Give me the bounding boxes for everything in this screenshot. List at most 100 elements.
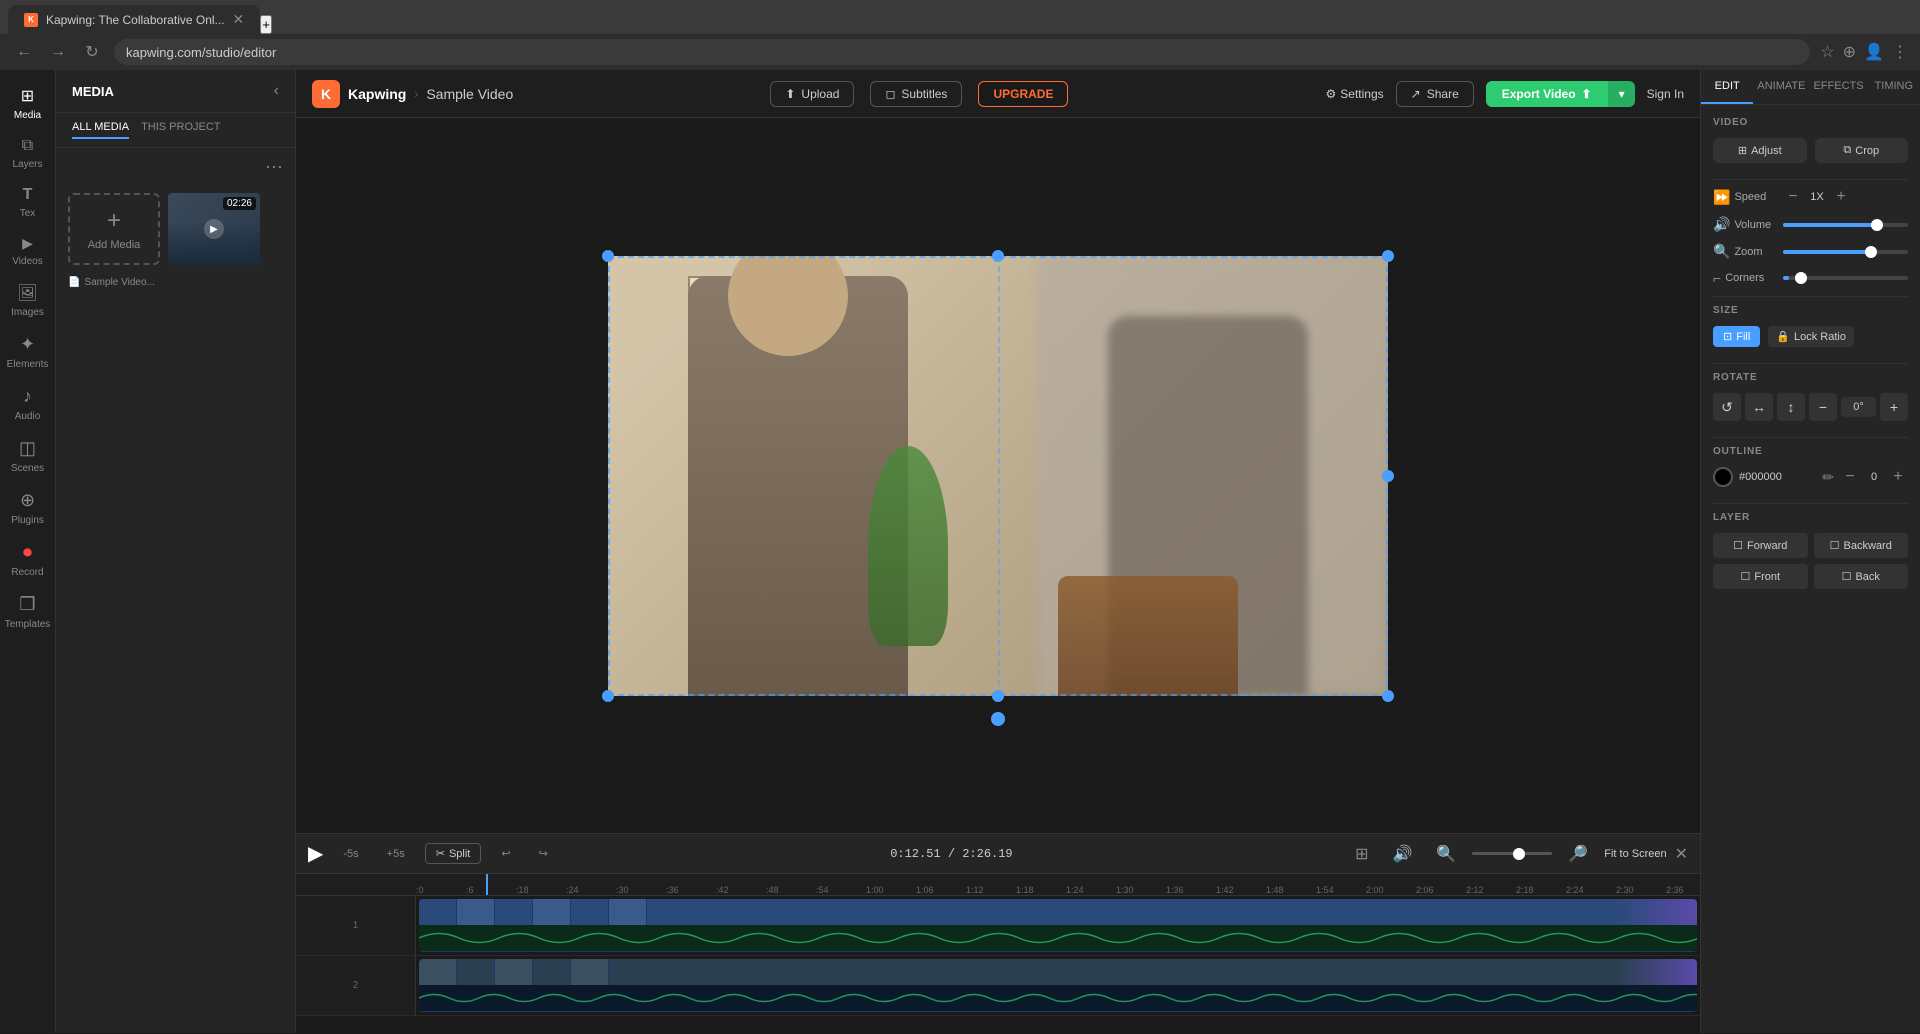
corners-label: ⌐ Corners: [1713, 270, 1783, 286]
zoom-slider[interactable]: [1472, 852, 1552, 855]
zoom-slider-track[interactable]: [1783, 250, 1908, 254]
volume-slider-thumb[interactable]: [1871, 219, 1883, 231]
signin-button[interactable]: Sign In: [1647, 87, 1684, 101]
track-2-content[interactable]: [416, 956, 1700, 1015]
sidebar-item-templates[interactable]: ❒ Templates: [0, 586, 55, 638]
address-bar[interactable]: [114, 39, 1810, 65]
speed-inc-button[interactable]: +: [1831, 188, 1851, 206]
tab-edit[interactable]: EDIT: [1701, 70, 1753, 104]
share-button[interactable]: ↗ Share: [1396, 81, 1474, 107]
sidebar-item-plugins[interactable]: ⊕ Plugins: [0, 482, 55, 534]
skip-back-button[interactable]: -5s: [335, 844, 366, 864]
sidebar-item-text[interactable]: T Tex: [0, 178, 55, 227]
handle-mid-right[interactable]: [1382, 470, 1394, 482]
sidebar-item-elements[interactable]: ✦ Elements: [0, 326, 55, 378]
lock-ratio-button[interactable]: 🔒 Lock Ratio: [1768, 326, 1854, 347]
media-thumbnail[interactable]: ▶ 02:26: [168, 193, 260, 265]
timeline-center: 0:12.51 / 2:26.19: [568, 847, 1335, 861]
zoom-slider-thumb[interactable]: [1865, 246, 1877, 258]
handle-bot-right[interactable]: [1382, 690, 1394, 702]
speed-dec-button[interactable]: −: [1783, 188, 1803, 206]
tab-animate[interactable]: ANIMATE: [1753, 70, 1809, 104]
bookmark-icon[interactable]: ☆: [1820, 42, 1834, 62]
layer-back-button[interactable]: ☐ Back: [1814, 564, 1909, 589]
fit-view-icon[interactable]: ⊞: [1347, 840, 1376, 868]
outline-pen-button[interactable]: ✏: [1822, 469, 1834, 486]
export-button[interactable]: Export Video ⬆: [1486, 81, 1608, 107]
rotate-ccw-button[interactable]: ↺: [1713, 393, 1741, 421]
sidebar-item-scenes[interactable]: ◫ Scenes: [0, 430, 55, 482]
adjust-button[interactable]: ⊞ Adjust: [1713, 138, 1807, 163]
skip-fwd-button[interactable]: +5s: [379, 844, 413, 864]
tab-all-media[interactable]: ALL MEDIA: [72, 121, 129, 139]
layer-front-button[interactable]: ☐ Front: [1713, 564, 1808, 589]
handle-top-left[interactable]: [602, 250, 614, 262]
menu-icon[interactable]: ⋮: [1892, 42, 1908, 62]
outline-row: #000000 ✏ − 0 +: [1713, 467, 1908, 487]
divider-1: [1713, 179, 1908, 180]
volume-label: 🔊 Volume: [1713, 216, 1783, 233]
outline-inc-button[interactable]: +: [1888, 468, 1908, 486]
rotate-dec-button[interactable]: −: [1809, 393, 1837, 421]
crop-label: Crop: [1855, 145, 1879, 157]
upload-button[interactable]: ⬆ Upload: [770, 81, 854, 107]
reload-button[interactable]: ↻: [80, 40, 104, 64]
handle-top-mid[interactable]: [992, 250, 1004, 262]
sidebar-item-images[interactable]: 🖼 Images: [0, 275, 55, 326]
subtitles-button[interactable]: ◻ Subtitles: [870, 81, 962, 107]
volume-slider-track[interactable]: [1783, 223, 1908, 227]
divider-3: [1713, 363, 1908, 364]
close-timeline-button[interactable]: ✕: [1675, 844, 1688, 864]
redo-button[interactable]: ↪: [531, 843, 556, 864]
tab-effects[interactable]: EFFECTS: [1809, 70, 1867, 104]
elements-icon: ✦: [20, 334, 35, 355]
zoom-out-icon[interactable]: 🔍: [1428, 840, 1464, 868]
corners-slider-track[interactable]: [1783, 276, 1908, 280]
handle-bot-left[interactable]: [602, 690, 614, 702]
split-button[interactable]: ✂ Split: [425, 843, 482, 864]
track-1-clip[interactable]: [419, 899, 1697, 952]
add-media-button[interactable]: + Add Media: [68, 193, 160, 265]
back-button[interactable]: ←: [12, 40, 36, 64]
tab-close-icon[interactable]: ✕: [233, 11, 245, 28]
fill-button[interactable]: ⊡ Fill: [1713, 326, 1760, 347]
crop-button[interactable]: ⧉ Crop: [1815, 138, 1909, 163]
center-rotation-handle[interactable]: [991, 712, 1005, 726]
outline-dec-button[interactable]: −: [1840, 468, 1860, 486]
tab-this-project[interactable]: THIS PROJECT: [141, 121, 220, 139]
zoom-in-icon[interactable]: 🔎: [1560, 840, 1596, 868]
rotate-inc-button[interactable]: +: [1880, 393, 1908, 421]
sidebar-item-record[interactable]: ⏺ Record: [0, 534, 55, 586]
profile-icon[interactable]: 👤: [1864, 42, 1884, 62]
sidebar-item-layers[interactable]: ⧉ Layers: [0, 129, 55, 178]
corners-slider-thumb[interactable]: [1795, 272, 1807, 284]
active-tab[interactable]: K Kapwing: The Collaborative Onl... ✕: [8, 5, 260, 34]
outline-color-swatch[interactable]: [1713, 467, 1733, 487]
handle-top-right[interactable]: [1382, 250, 1394, 262]
extensions-icon[interactable]: ⊕: [1843, 42, 1856, 62]
undo-button[interactable]: ↩: [493, 843, 518, 864]
sound-toggle-icon[interactable]: 🔊: [1384, 840, 1420, 868]
media-more-button[interactable]: ···: [265, 156, 283, 177]
flip-h-button[interactable]: ↔: [1745, 393, 1773, 421]
sidebar-item-audio[interactable]: ♪ Audio: [0, 378, 55, 430]
fit-screen-button[interactable]: Fit to Screen: [1604, 848, 1666, 860]
forward-button[interactable]: →: [46, 40, 70, 64]
track-2-clip[interactable]: [419, 959, 1697, 1012]
play-button[interactable]: ▶: [308, 841, 323, 866]
handle-bot-mid[interactable]: [992, 690, 1004, 702]
sidebar-item-videos[interactable]: ▶ Videos: [0, 227, 55, 275]
tab-timing[interactable]: TIMING: [1868, 70, 1920, 104]
layer-back-icon: ☐: [1842, 570, 1852, 583]
new-tab-button[interactable]: +: [260, 15, 272, 34]
layer-forward-button[interactable]: ☐ Forward: [1713, 533, 1808, 558]
upgrade-button[interactable]: UPGRADE: [978, 81, 1068, 107]
settings-button[interactable]: ⚙ Settings: [1326, 87, 1384, 101]
track-1-content[interactable]: [416, 896, 1700, 955]
playhead[interactable]: [486, 874, 488, 895]
media-panel-close-button[interactable]: ‹: [274, 82, 279, 100]
sidebar-item-media[interactable]: ⊞ Media: [0, 78, 55, 129]
export-dropdown-button[interactable]: ▾: [1608, 81, 1635, 107]
layer-backward-button[interactable]: ☐ Backward: [1814, 533, 1909, 558]
flip-v-button[interactable]: ↕: [1777, 393, 1805, 421]
